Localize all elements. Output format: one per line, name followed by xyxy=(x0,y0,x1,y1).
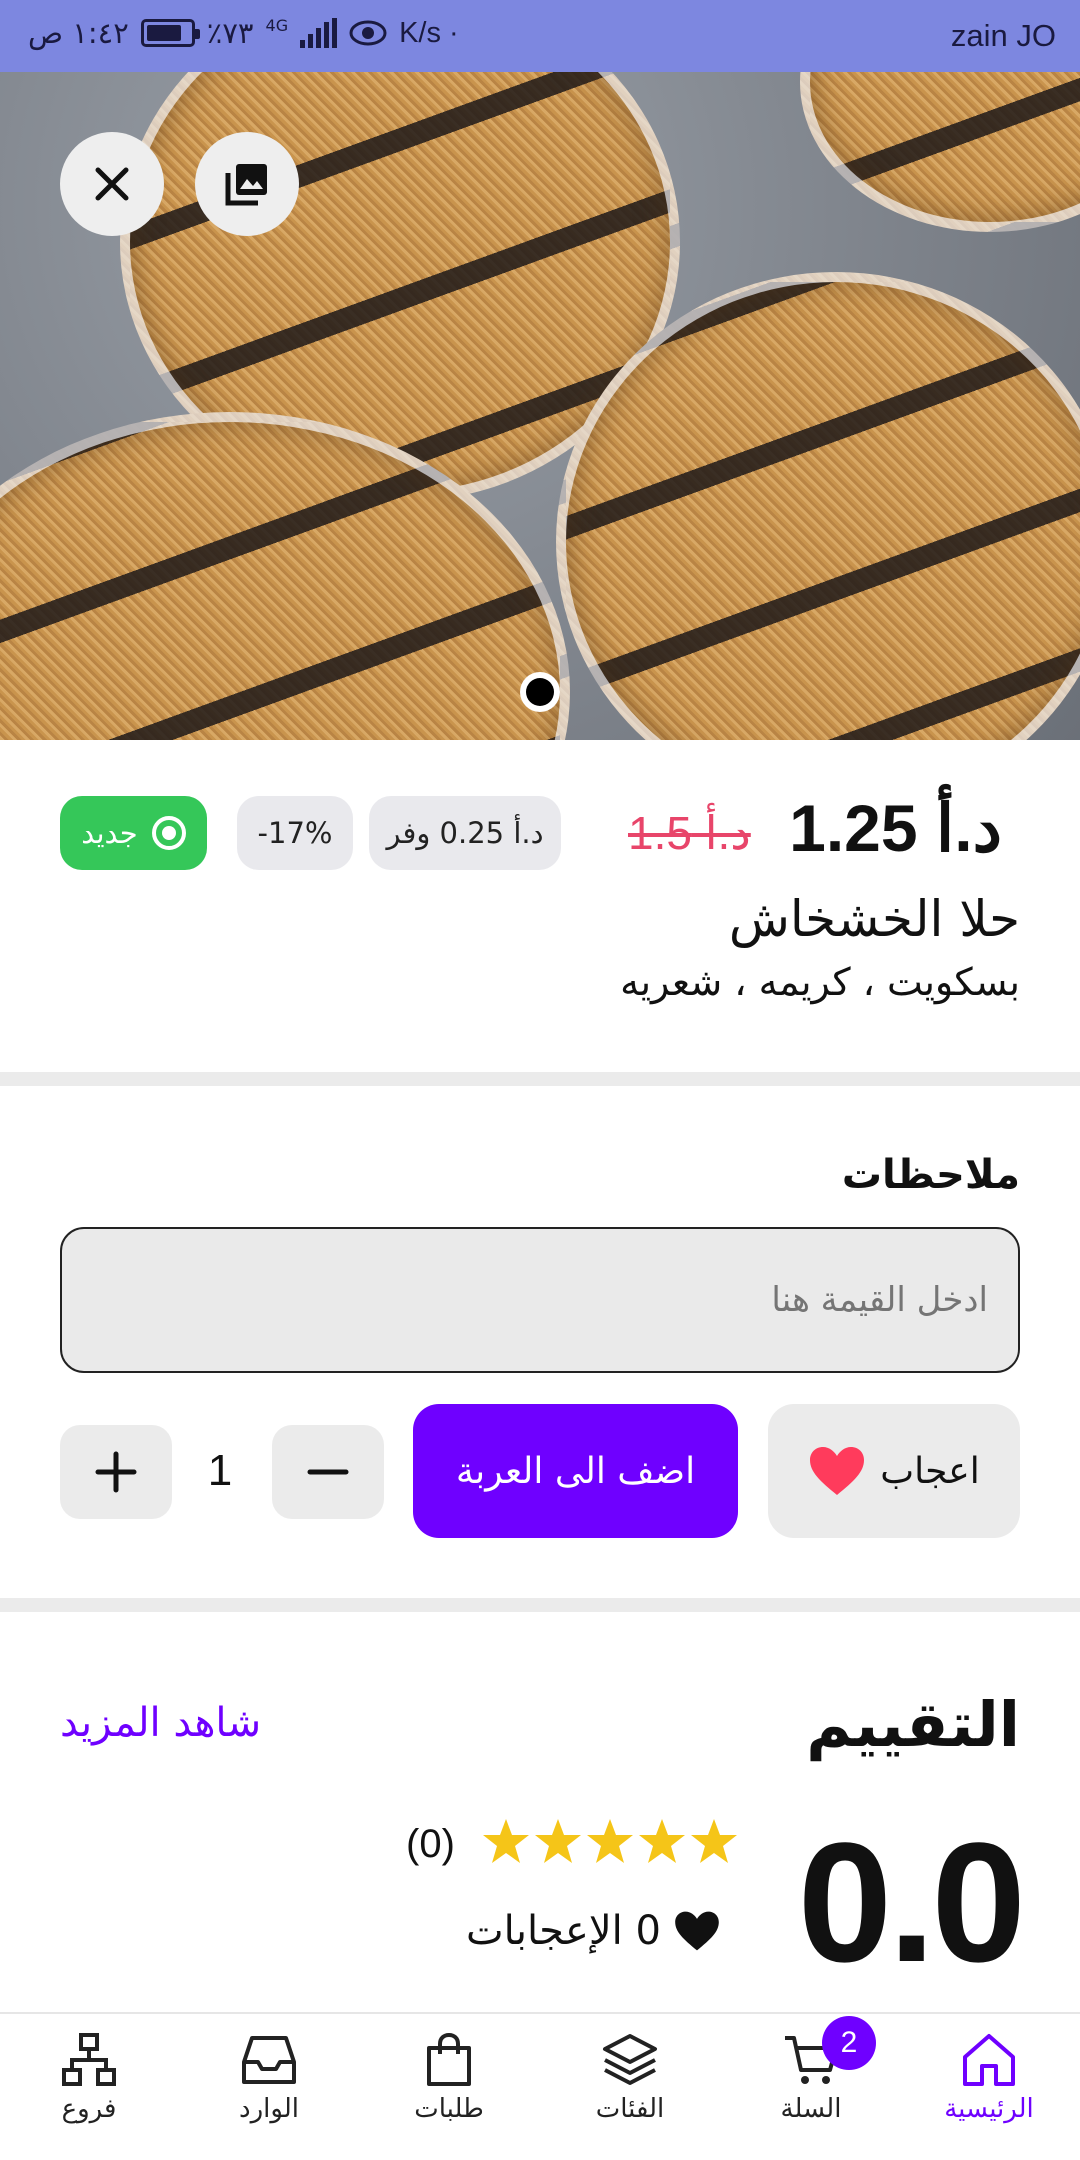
star-icon xyxy=(535,1819,581,1863)
notes-input[interactable] xyxy=(60,1227,1020,1373)
bottom-nav: الرئيسية 2 السلة الفئات طلبات الوارد فرو… xyxy=(0,2012,1080,2160)
discount-chip: -17% xyxy=(237,796,353,870)
product-info: د.أ 1.25 د.أ 1.5 د.أ 0.25 وفر -17% جديد … xyxy=(0,740,1080,1072)
like-label: اعجاب xyxy=(880,1450,980,1492)
see-more-link[interactable]: شاهد المزيد xyxy=(60,1700,261,1746)
save-label: د.أ 0.25 وفر xyxy=(386,816,544,850)
nav-label: الفئات xyxy=(595,2094,665,2124)
star-icon xyxy=(639,1819,685,1863)
old-price: د.أ 1.5 xyxy=(628,807,751,859)
discount-label: -17% xyxy=(257,816,333,850)
gallery-button[interactable] xyxy=(195,132,299,236)
heart-icon xyxy=(675,1911,719,1951)
signal-icon xyxy=(300,18,338,48)
divider xyxy=(0,1598,1080,1612)
add-to-cart-button[interactable]: اضف الى العربة xyxy=(413,1404,738,1538)
quantity-value: 1 xyxy=(207,1446,233,1495)
product-image[interactable] xyxy=(0,72,1080,740)
nav-item-branches[interactable]: فروع xyxy=(14,2032,164,2124)
nav-item-orders[interactable]: طلبات xyxy=(374,2032,524,2124)
nav-label: الرئيسية xyxy=(944,2094,1034,2124)
divider xyxy=(0,1072,1080,1086)
like-button[interactable]: اعجاب xyxy=(768,1404,1020,1538)
star-icon xyxy=(483,1819,529,1863)
increment-button[interactable] xyxy=(60,1425,172,1519)
decrement-button[interactable] xyxy=(272,1425,384,1519)
new-badge: جديد xyxy=(60,796,207,870)
nav-label: السلة xyxy=(780,2094,842,2124)
carrier-name: zain JO xyxy=(950,18,1056,53)
status-bar: ١:٤٢ ص ٪٧٣ 4G K/s · zain JO xyxy=(0,0,1080,72)
branches-icon xyxy=(62,2033,116,2086)
carousel-dot[interactable] xyxy=(520,672,560,712)
likes-row: 0 الإعجابات xyxy=(466,1908,721,1954)
nav-item-inbox[interactable]: الوارد xyxy=(194,2032,344,2124)
radio-icon xyxy=(151,816,186,850)
close-icon xyxy=(95,167,129,201)
minus-icon xyxy=(307,1469,349,1475)
shopping-bag-icon xyxy=(427,2032,471,2086)
heart-icon xyxy=(810,1447,865,1495)
layers-icon xyxy=(603,2034,657,2085)
product-title: حلا الخشخاش xyxy=(728,890,1020,948)
nav-label: فروع xyxy=(61,2094,117,2124)
network-type: 4G xyxy=(265,16,289,35)
nav-item-categories[interactable]: الفئات xyxy=(555,2032,705,2124)
plus-icon xyxy=(95,1451,137,1493)
clock: ١:٤٢ ص xyxy=(28,16,129,50)
rating-title: التقييم xyxy=(806,1688,1020,1761)
battery-icon xyxy=(140,19,200,47)
close-button[interactable] xyxy=(60,132,164,236)
nav-item-home[interactable]: الرئيسية xyxy=(914,2032,1064,2124)
add-to-cart-label: اضف الى العربة xyxy=(455,1450,696,1492)
likes-label: 0 الإعجابات xyxy=(466,1908,661,1954)
new-label: جديد xyxy=(81,816,138,850)
dessert-cup-image xyxy=(800,72,1080,232)
save-chip: د.أ 0.25 وفر xyxy=(369,796,561,870)
nav-label: طلبات xyxy=(414,2094,484,2124)
battery-level: ٪٧٣ xyxy=(206,16,254,50)
eye-icon xyxy=(349,20,387,46)
gallery-icon xyxy=(225,164,267,206)
inbox-icon xyxy=(242,2036,296,2084)
star-icon xyxy=(691,1819,737,1863)
price: د.أ 1.25 xyxy=(789,791,1002,865)
rating-score: 0.0 xyxy=(797,1808,1026,1998)
nav-label: الوارد xyxy=(239,2094,299,2124)
product-subtitle: بسكويت ، كريمه ، شعريه xyxy=(620,960,1020,1004)
net-speed: K/s · xyxy=(399,16,459,49)
home-icon xyxy=(963,2034,1015,2086)
rating-stars xyxy=(482,1818,738,1864)
cart-badge: 2 xyxy=(822,2016,876,2070)
notes-label: ملاحظات xyxy=(841,1152,1020,1198)
star-icon xyxy=(587,1819,633,1863)
nav-item-cart[interactable]: 2 السلة xyxy=(736,2016,886,2124)
rating-count: (0) xyxy=(406,1822,455,1866)
status-left: ١:٤٢ ص ٪٧٣ 4G K/s · xyxy=(28,16,459,50)
